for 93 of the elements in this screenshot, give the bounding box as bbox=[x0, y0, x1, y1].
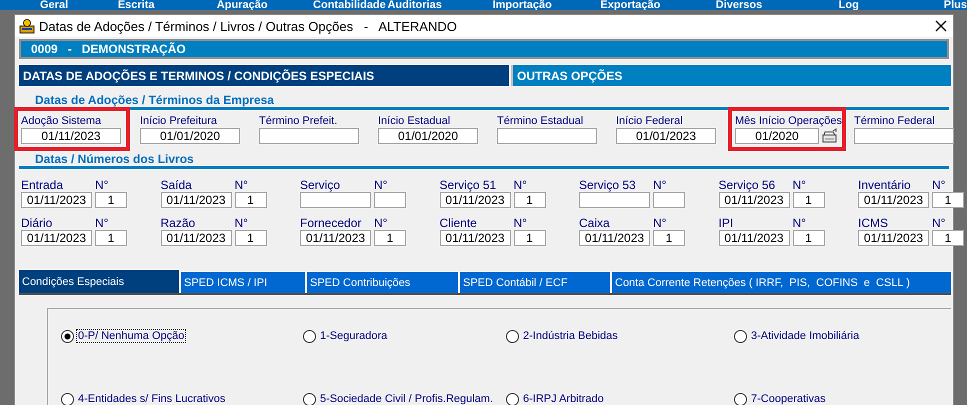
menu-item[interactable]: Geral bbox=[40, 0, 118, 10]
date-field[interactable]: 01/11/2023 bbox=[858, 230, 929, 246]
field-label: Término Prefeit. bbox=[259, 114, 338, 128]
date-field[interactable]: 01/11/2023 bbox=[440, 192, 510, 208]
tab[interactable]: SPED Contábil / ECF bbox=[460, 272, 610, 293]
option-label[interactable]: 7-Cooperativas bbox=[749, 392, 828, 405]
option-label[interactable]: 6-IRPJ Arbitrado bbox=[521, 392, 606, 405]
field-label: Início Prefeitura bbox=[140, 114, 218, 128]
field-label: ICMS bbox=[858, 216, 889, 230]
date-field[interactable]: 01/11/2023 bbox=[858, 192, 929, 208]
field-label: N° bbox=[374, 216, 388, 230]
option-label[interactable]: 2-Indústria Bebidas bbox=[521, 329, 620, 343]
tab[interactable]: Conta Corrente Retenções ( IRRF, PIS, COFINS e CSLL ) bbox=[612, 272, 951, 293]
number-field[interactable]: 1 bbox=[514, 192, 546, 208]
option-label[interactable]: 3-Atividade Imobiliária bbox=[749, 329, 862, 343]
tab[interactable]: SPED ICMS / IPI bbox=[181, 272, 305, 293]
field-label: Serviço 53 bbox=[579, 178, 637, 192]
field-label: Cliente bbox=[440, 216, 478, 230]
tab[interactable]: OUTRAS OPÇÕES bbox=[511, 65, 951, 86]
field-label: N° bbox=[95, 178, 110, 192]
field-label: Término Federal bbox=[854, 114, 936, 128]
field-label: Inventário bbox=[858, 178, 912, 192]
date-field[interactable]: 01/01/2020 bbox=[140, 128, 240, 144]
field-label: N° bbox=[514, 178, 528, 192]
field-label: Serviço 56 bbox=[718, 178, 776, 192]
date-field[interactable]: 01/11/2023 bbox=[21, 230, 92, 246]
field-label: N° bbox=[932, 216, 946, 230]
number-field[interactable]: 1 bbox=[234, 192, 266, 208]
number-field[interactable]: 1 bbox=[653, 230, 685, 246]
option-label[interactable]: 0-P/ Nenhuma Opção bbox=[76, 329, 186, 343]
number-field[interactable]: 1 bbox=[932, 230, 964, 246]
number-field[interactable]: 1 bbox=[932, 192, 964, 208]
option-label[interactable]: 4-Entidades s/ Fins Lucrativos bbox=[76, 392, 228, 405]
field-label: Entrada bbox=[21, 178, 64, 192]
date-field[interactable]: 01/11/2023 bbox=[21, 192, 92, 208]
field-label: Diário bbox=[21, 216, 54, 230]
menu-item[interactable]: Exportação bbox=[600, 0, 716, 10]
option-label[interactable]: 1-Seguradora bbox=[318, 329, 390, 343]
number-field[interactable]: 1 bbox=[792, 192, 824, 208]
field-label: Razão bbox=[160, 216, 196, 230]
field-label: N° bbox=[653, 216, 668, 230]
date-field[interactable]: 01/01/2023 bbox=[616, 128, 716, 144]
menu-item[interactable]: Diversos bbox=[716, 0, 839, 10]
field-label: Início Estadual bbox=[378, 114, 452, 128]
date-field[interactable]: 01/11/2023 bbox=[21, 128, 121, 144]
company-bar: 0009 - DEMONSTRAÇÃO bbox=[19, 39, 949, 59]
field-label: Serviço 51 bbox=[440, 178, 498, 192]
section-heading: Datas de Adoções / Términos da Empresa bbox=[35, 93, 275, 107]
date-field[interactable]: 01/11/2023 bbox=[579, 230, 650, 246]
menu-item[interactable]: Apuração bbox=[216, 0, 314, 10]
section-heading: Datas / Números dos Livros bbox=[35, 152, 195, 166]
number-field[interactable]: 1 bbox=[95, 230, 127, 246]
number-field[interactable]: 1 bbox=[234, 230, 266, 246]
menu-item[interactable]: Auditorias bbox=[387, 0, 493, 10]
field-label: Término Estadual bbox=[497, 114, 584, 128]
tab[interactable]: Condições Especiais bbox=[19, 270, 179, 293]
option-label[interactable]: 5-Sociedade Civil / Profis.Regulam. bbox=[318, 392, 496, 405]
field-label: N° bbox=[792, 216, 807, 230]
field-label: N° bbox=[932, 178, 946, 192]
field-label: Serviço bbox=[300, 178, 342, 192]
field-label: N° bbox=[792, 178, 807, 192]
date-field[interactable]: 01/11/2023 bbox=[160, 230, 232, 246]
number-field[interactable]: 1 bbox=[374, 230, 406, 246]
field-label: Adoção Sistema bbox=[21, 114, 102, 128]
field-label: N° bbox=[234, 216, 249, 230]
field-label: Saída bbox=[160, 178, 193, 192]
field-label: Fornecedor bbox=[300, 216, 362, 230]
window-title: Datas de Adoções / Términos / Livros / Outras Opções - ALTERANDO bbox=[39, 18, 458, 34]
tab[interactable]: SPED Contribuições bbox=[307, 272, 458, 293]
field-label: IPI bbox=[718, 216, 734, 230]
field-label: N° bbox=[514, 216, 528, 230]
field-label: Caixa bbox=[579, 216, 611, 230]
tab[interactable]: DATAS DE ADOÇÕES E TERMINOS / CONDIÇÕES ESPECIAIS bbox=[19, 65, 509, 86]
field-label: N° bbox=[374, 178, 388, 192]
date-field[interactable]: 01/11/2023 bbox=[440, 230, 510, 246]
field-label: N° bbox=[234, 178, 249, 192]
menu-item[interactable]: Contabilidade bbox=[313, 0, 388, 10]
field-label: N° bbox=[95, 216, 110, 230]
date-field[interactable]: 01/11/2023 bbox=[300, 230, 371, 246]
number-field[interactable]: 1 bbox=[95, 192, 127, 208]
menu-item[interactable]: Importação bbox=[492, 0, 600, 10]
number-field[interactable]: 1 bbox=[792, 230, 824, 246]
menu-item[interactable]: Log bbox=[838, 0, 944, 10]
date-field[interactable]: 01/11/2023 bbox=[718, 192, 790, 208]
date-field[interactable]: 01/2020 bbox=[735, 128, 819, 144]
menu-item[interactable]: Escrita bbox=[118, 0, 217, 10]
date-field[interactable]: 01/11/2023 bbox=[160, 192, 232, 208]
field-label: N° bbox=[653, 178, 668, 192]
field-label: Início Federal bbox=[616, 114, 684, 128]
menu-item[interactable]: Plus bbox=[944, 0, 967, 10]
date-field[interactable]: 01/11/2023 bbox=[718, 230, 790, 246]
date-field[interactable]: 01/01/2020 bbox=[378, 128, 478, 144]
number-field[interactable]: 1 bbox=[514, 230, 546, 246]
